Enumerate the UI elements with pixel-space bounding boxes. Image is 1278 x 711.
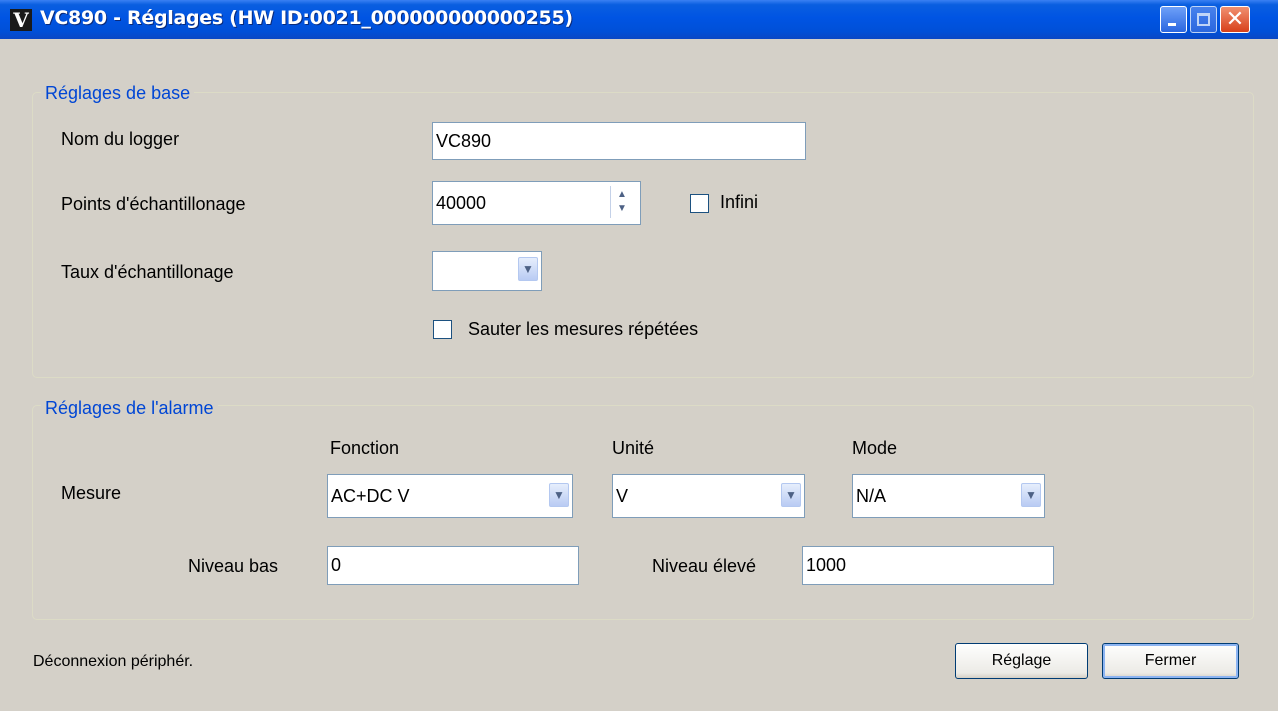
unit-dropdown-button[interactable]: ▼ (781, 483, 801, 507)
apply-settings-button[interactable]: Réglage (955, 643, 1088, 679)
measure-label: Mesure (61, 483, 122, 503)
low-level-label: Niveau bas (188, 556, 279, 576)
logger-name-input[interactable]: VC890 (432, 122, 806, 160)
sample-rate-select[interactable]: ▼ (432, 251, 542, 291)
close-button[interactable]: Fermer (1102, 643, 1239, 679)
unit-value: V (616, 486, 629, 506)
minimize-icon (1168, 23, 1176, 26)
sample-points-value: 40000 (436, 193, 487, 213)
function-dropdown-button[interactable]: ▼ (549, 483, 569, 507)
arrow-down-icon[interactable]: ▼ (616, 203, 628, 215)
low-level-input[interactable]: 0 (327, 546, 579, 585)
unit-select[interactable]: V ▼ (612, 474, 805, 518)
sample-points-spin-buttons[interactable]: ▲ ▼ (610, 186, 635, 218)
unit-header: Unité (612, 438, 655, 458)
title-bar[interactable]: V VC890 - Réglages (HW ID:0021_000000000… (0, 0, 1278, 39)
function-select[interactable]: AC+DC V ▼ (327, 474, 573, 518)
app-logo-icon: V (10, 9, 32, 31)
chevron-down-icon: ▼ (522, 262, 534, 276)
infinite-label: Infini (720, 192, 759, 212)
skip-repeated-label: Sauter les mesures répétées (468, 319, 699, 339)
maximize-button[interactable] (1190, 6, 1217, 33)
close-window-button[interactable]: ✕ (1220, 6, 1250, 33)
function-header: Fonction (330, 438, 400, 458)
high-level-label: Niveau élevé (652, 556, 757, 576)
mode-header: Mode (852, 438, 898, 458)
high-level-input[interactable]: 1000 (802, 546, 1054, 585)
mode-dropdown-button[interactable]: ▼ (1021, 483, 1041, 507)
maximize-icon (1197, 13, 1210, 26)
sample-rate-dropdown-button[interactable]: ▼ (518, 257, 538, 281)
logger-name-label: Nom du logger (61, 129, 180, 149)
minimize-button[interactable] (1160, 6, 1187, 33)
alarm-settings-title: Réglages de l'alarme (41, 398, 218, 418)
mode-value: N/A (856, 486, 887, 506)
sample-rate-label: Taux d'échantillonage (61, 262, 234, 282)
infinite-checkbox[interactable] (690, 194, 709, 213)
close-icon: ✕ (1225, 7, 1245, 32)
mode-select[interactable]: N/A ▼ (852, 474, 1045, 518)
arrow-up-icon[interactable]: ▲ (616, 189, 628, 201)
skip-repeated-checkbox[interactable] (433, 320, 452, 339)
chevron-down-icon: ▼ (1025, 488, 1037, 502)
settings-window: V VC890 - Réglages (HW ID:0021_000000000… (0, 0, 1278, 711)
base-settings-title: Réglages de base (41, 83, 195, 103)
sample-points-label: Points d'échantillonage (61, 194, 246, 214)
chevron-down-icon: ▼ (785, 488, 797, 502)
window-title: VC890 - Réglages (HW ID:0021_00000000000… (40, 7, 573, 29)
status-text: Déconnexion périphér. (33, 653, 194, 670)
function-value: AC+DC V (331, 486, 410, 506)
chevron-down-icon: ▼ (553, 488, 565, 502)
